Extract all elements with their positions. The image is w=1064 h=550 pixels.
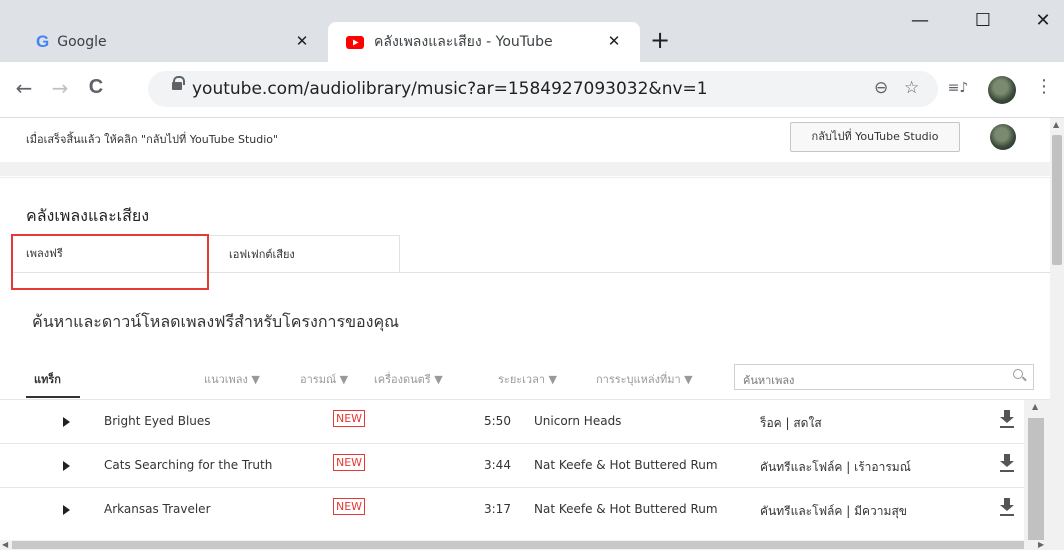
play-icon[interactable] [63, 505, 70, 515]
back-icon[interactable]: ← [12, 76, 36, 100]
download-icon[interactable] [1000, 410, 1014, 428]
track-list-scroll-thumb[interactable] [1028, 418, 1044, 548]
play-icon[interactable] [63, 417, 70, 427]
filter-attribution[interactable]: การระบุแหล่งที่มา ▼ [596, 370, 693, 388]
tab-youtube[interactable]: คลังเพลงและเสียง - YouTube ✕ [328, 22, 640, 62]
scroll-up-arrow-icon[interactable]: ▲ [1032, 402, 1038, 411]
track-duration: 3:17 [484, 502, 511, 516]
highlight-box [11, 234, 209, 290]
song-search-input[interactable]: ค้นหาเพลง [734, 364, 1034, 390]
reload-icon[interactable]: C [84, 76, 108, 99]
filter-instrument[interactable]: เครื่องดนตรี ▼ [374, 370, 443, 388]
page-scroll-thumb[interactable] [1052, 135, 1062, 265]
track-row[interactable]: Arkansas Traveler NEW 3:17 Nat Keefe & H… [0, 488, 1024, 532]
back-to-studio-button[interactable]: กลับไปที่ YouTube Studio [790, 122, 960, 152]
account-avatar[interactable] [990, 124, 1016, 150]
media-queue-icon[interactable]: ≡♪ [946, 80, 970, 96]
search-icon[interactable] [1013, 369, 1023, 379]
url-text[interactable]: youtube.com/audiolibrary/music?ar=158492… [192, 79, 708, 99]
new-tab-button[interactable]: + [650, 28, 670, 52]
address-bar-row: ← → C youtube.com/audiolibrary/music?ar=… [0, 62, 1064, 118]
tab-sound-effects[interactable]: เอฟเฟกต์เสียง [208, 235, 400, 273]
track-artist[interactable]: Unicorn Heads [534, 414, 621, 428]
studio-message: เมื่อเสร็จสิ้นแล้ว ให้คลิก "กลับไปที่ Yo… [26, 133, 279, 146]
filter-duration[interactable]: ระยะเวลา ▼ [498, 370, 557, 388]
track-row[interactable]: Cats Searching for the Truth NEW 3:44 Na… [0, 444, 1024, 488]
minimize-button[interactable]: — [905, 10, 935, 31]
new-badge: NEW [333, 498, 366, 515]
tab-google[interactable]: G Google ✕ [22, 22, 328, 62]
track-genre: คันทรีและโฟล์ค | เร้าอารมณ์ [760, 460, 911, 474]
active-column-underline [26, 396, 80, 398]
filter-mood[interactable]: อารมณ์ ▼ [300, 370, 348, 388]
maximize-button[interactable]: ☐ [968, 10, 998, 31]
youtube-icon [346, 35, 364, 49]
filter-genre[interactable]: แนวเพลง ▼ [204, 370, 260, 388]
divider [0, 162, 1050, 176]
track-artist[interactable]: Nat Keefe & Hot Buttered Rum [534, 458, 718, 472]
url-bar[interactable]: youtube.com/audiolibrary/music?ar=158492… [148, 71, 938, 107]
track-title: Cats Searching for the Truth [104, 458, 273, 472]
tab-label: คลังเพลงและเสียง - YouTube [374, 34, 553, 50]
track-genre: ร็อค | สดใส [760, 416, 822, 430]
play-icon[interactable] [63, 461, 70, 471]
forward-icon[interactable]: → [48, 76, 72, 100]
track-row[interactable]: Bright Eyed Blues NEW 5:50 Unicorn Heads… [0, 400, 1024, 444]
track-duration: 5:50 [484, 414, 511, 428]
new-badge: NEW [333, 410, 366, 427]
google-g-icon: G [36, 32, 50, 51]
zoom-icon[interactable]: ⊖ [874, 78, 888, 98]
new-badge: NEW [333, 454, 366, 471]
page-scroll-up-icon[interactable]: ▲ [1053, 120, 1059, 129]
section-subtitle: ค้นหาและดาวน์โหลดเพลงฟรีสำหรับโครงการของ… [32, 312, 399, 331]
column-track[interactable]: แทร็ก [34, 370, 61, 388]
window-close-button[interactable]: ✕ [1028, 10, 1058, 31]
track-title: Bright Eyed Blues [104, 414, 211, 428]
filter-bar: แทร็ก แนวเพลง ▼ อารมณ์ ▼ เครื่องดนตรี ▼ … [0, 356, 1050, 400]
page-title: คลังเพลงและเสียง [26, 206, 150, 225]
track-artist[interactable]: Nat Keefe & Hot Buttered Rum [534, 502, 718, 516]
scroll-right-arrow-icon[interactable]: ▶ [1038, 540, 1044, 549]
browser-tab-strip: G Google ✕ คลังเพลงและเสียง - YouTube ✕ … [0, 0, 1064, 62]
close-tab-icon[interactable]: ✕ [604, 32, 624, 50]
tab-label: Google [57, 34, 107, 50]
scroll-left-arrow-icon[interactable]: ◀ [2, 540, 8, 549]
close-tab-icon[interactable]: ✕ [292, 32, 312, 50]
download-icon[interactable] [1000, 454, 1014, 472]
horizontal-scroll-thumb[interactable] [12, 541, 1024, 549]
search-placeholder: ค้นหาเพลง [743, 374, 795, 387]
lock-icon [172, 76, 185, 90]
bookmark-star-icon[interactable]: ☆ [904, 78, 919, 98]
track-title: Arkansas Traveler [104, 502, 211, 516]
track-genre: คันทรีและโฟล์ค | มีความสุข [760, 504, 907, 518]
download-icon[interactable] [1000, 498, 1014, 516]
track-duration: 3:44 [484, 458, 511, 472]
browser-menu-icon[interactable]: ⋮ [1032, 76, 1056, 97]
profile-avatar[interactable] [988, 76, 1016, 104]
